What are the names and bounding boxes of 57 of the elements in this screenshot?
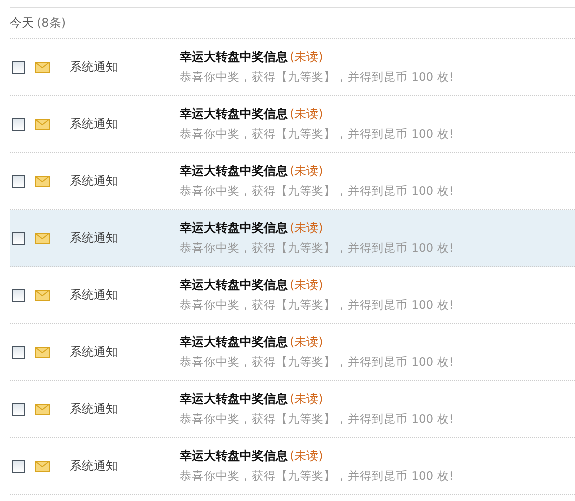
message-title[interactable]: 幸运大转盘中奖信息 [180,106,288,123]
checkbox[interactable] [12,60,25,74]
envelope-icon [35,176,50,186]
message-row[interactable]: 系统通知 幸运大转盘中奖信息 (未读) 恭喜你中奖，获得【九等奖】，并得到昆币 100 枚! [10,438,575,495]
envelope-icon [35,460,50,472]
message-title[interactable]: 幸运大转盘中奖信息 [180,163,288,180]
unread-status: (未读) [290,49,324,66]
message-preview: 恭喜你中奖，获得【九等奖】，并得到昆币 100 枚! [180,412,454,427]
sender-name: 系统通知 [70,344,119,360]
checkbox[interactable] [12,460,25,472]
sender-name: 系统通知 [70,286,119,304]
message-row[interactable]: 系统通知 幸运大转盘中奖信息 (未读) 恭喜你中奖，获得【九等奖】，并得到昆币 100 枚! [10,381,575,438]
message-preview: 恭喜你中奖，获得【九等奖】，并得到昆币 100 枚! [180,298,454,313]
checkbox[interactable] [12,118,25,130]
unread-status: (未读) [290,277,324,294]
message-preview: 恭喜你中奖，获得【九等奖】，并得到昆币 100 枚! [180,127,454,142]
sender-name: 系统通知 [70,172,119,190]
sender-name: 系统通知 [70,230,119,246]
checkbox[interactable] [12,174,25,188]
unread-status: (未读) [290,220,324,237]
envelope-icon [35,62,50,72]
message-preview: 恭喜你中奖，获得【九等奖】，并得到昆币 100 枚! [180,241,454,256]
sender-name: 系统通知 [70,116,119,132]
unread-status: (未读) [290,391,324,408]
message-title[interactable]: 幸运大转盘中奖信息 [180,220,288,237]
unread-status: (未读) [290,106,324,123]
message-title[interactable]: 幸运大转盘中奖信息 [180,334,288,351]
checkbox[interactable] [12,402,25,416]
checkbox[interactable] [12,346,25,358]
message-row[interactable]: 系统通知 幸运大转盘中奖信息 (未读) 恭喜你中奖，获得【九等奖】，并得到昆币 100 枚! [10,39,575,96]
message-title[interactable]: 幸运大转盘中奖信息 [180,277,288,294]
unread-status: (未读) [290,334,324,351]
message-title[interactable]: 幸运大转盘中奖信息 [180,391,288,408]
sender-name: 系统通知 [70,58,119,76]
group-count: (8条) [37,14,66,32]
checkbox[interactable] [12,288,25,302]
message-preview: 恭喜你中奖，获得【九等奖】，并得到昆币 100 枚! [180,70,454,85]
message-title[interactable]: 幸运大转盘中奖信息 [180,49,288,66]
message-row[interactable]: 系统通知 幸运大转盘中奖信息 (未读) 恭喜你中奖，获得【九等奖】，并得到昆币 100 枚! [10,267,575,324]
message-row[interactable]: 系统通知 幸运大转盘中奖信息 (未读) 恭喜你中奖，获得【九等奖】，并得到昆币 100 枚! [10,96,575,153]
envelope-icon [35,346,50,358]
checkbox[interactable] [12,232,25,244]
unread-status: (未读) [290,163,324,180]
sender-name: 系统通知 [70,458,119,474]
message-preview: 恭喜你中奖，获得【九等奖】，并得到昆币 100 枚! [180,469,454,484]
message-title[interactable]: 幸运大转盘中奖信息 [180,448,288,465]
message-row[interactable]: 系统通知 幸运大转盘中奖信息 (未读) 恭喜你中奖，获得【九等奖】，并得到昆币 100 枚! [10,324,575,381]
envelope-icon [35,290,50,300]
message-row[interactable]: 系统通知 幸运大转盘中奖信息 (未读) 恭喜你中奖，获得【九等奖】，并得到昆币 100 枚! [10,210,575,267]
envelope-icon [35,404,50,414]
message-preview: 恭喜你中奖，获得【九等奖】，并得到昆币 100 枚! [180,184,454,199]
unread-status: (未读) [290,448,324,465]
message-preview: 恭喜你中奖，获得【九等奖】，并得到昆币 100 枚! [180,355,454,370]
envelope-icon [35,118,50,130]
group-label: 今天 [10,14,34,32]
sender-name: 系统通知 [70,400,119,418]
envelope-icon [35,232,50,244]
